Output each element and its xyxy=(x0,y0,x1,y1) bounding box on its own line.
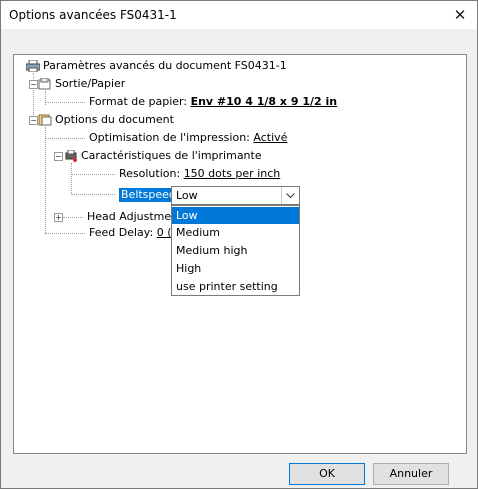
chevron-down-icon[interactable] xyxy=(281,187,299,204)
tree-line xyxy=(45,233,85,234)
printer-features-icon xyxy=(63,149,79,163)
resolution-value[interactable]: 150 dots per inch xyxy=(184,167,281,180)
tree-line xyxy=(71,163,72,195)
feed-delay-value[interactable]: 0 ( xyxy=(157,226,172,239)
tree-line xyxy=(63,217,83,218)
document-options-icon xyxy=(37,113,53,127)
tree-line xyxy=(45,102,85,103)
paper-format-value[interactable]: Env #10 4 1/8 x 9 1/2 in xyxy=(191,95,338,108)
tree-item-feed-delay[interactable]: Feed Delay: 0 ( xyxy=(89,226,172,240)
beltspeed-combobox[interactable]: Low xyxy=(171,186,300,205)
beltspeed-value: Low xyxy=(176,189,198,202)
cancel-button[interactable]: Annuler xyxy=(373,463,449,485)
tree-line xyxy=(71,174,115,175)
tree-item-paper-format[interactable]: Format de papier: Env #10 4 1/8 x 9 1/2 … xyxy=(89,95,337,109)
tree-item-printer-features[interactable]: Caractéristiques de l'imprimante xyxy=(81,149,262,163)
resolution-label: Resolution: xyxy=(119,167,181,180)
printer-icon xyxy=(25,59,41,73)
print-opt-label: Optimisation de l'impression: xyxy=(89,131,250,144)
beltspeed-dropdown-list: Low Medium Medium high High use printer … xyxy=(171,205,300,296)
tree-item-document[interactable]: Options du document xyxy=(55,113,174,127)
tree-item-head-adjustment[interactable]: Head Adjustme xyxy=(87,210,171,224)
tree-root-label[interactable]: Paramètres avancés du document FS0431-1 xyxy=(43,59,287,73)
tree-line xyxy=(71,194,115,195)
dropdown-option[interactable]: High xyxy=(172,260,299,277)
dropdown-option[interactable]: Medium high xyxy=(172,242,299,259)
paper-icon xyxy=(37,77,53,91)
print-opt-value[interactable]: Activé xyxy=(253,131,287,144)
ok-button[interactable]: OK xyxy=(289,463,365,485)
title-bar: Options avancées FS0431-1 ✕ xyxy=(1,1,477,29)
dropdown-option[interactable]: use printer setting xyxy=(172,278,299,295)
tree-line xyxy=(45,127,46,233)
tree-line xyxy=(45,138,85,139)
close-button[interactable]: ✕ xyxy=(443,1,477,29)
dialog-window: Options avancées FS0431-1 ✕ Paramètres a… xyxy=(0,0,478,489)
tree-item-output[interactable]: Sortie/Papier xyxy=(55,77,125,91)
tree-item-print-optimization[interactable]: Optimisation de l'impression: Activé xyxy=(89,131,287,145)
feed-delay-label: Feed Delay: xyxy=(89,226,154,239)
expand-toggle[interactable]: + xyxy=(54,213,63,222)
paper-format-label: Format de papier: xyxy=(89,95,188,108)
dropdown-option[interactable]: Low xyxy=(172,207,299,224)
dropdown-option[interactable]: Medium xyxy=(172,224,299,241)
window-title: Options avancées FS0431-1 xyxy=(9,8,177,22)
collapse-toggle[interactable]: − xyxy=(54,152,63,161)
tree-item-resolution[interactable]: Resolution: 150 dots per inch xyxy=(119,167,280,181)
